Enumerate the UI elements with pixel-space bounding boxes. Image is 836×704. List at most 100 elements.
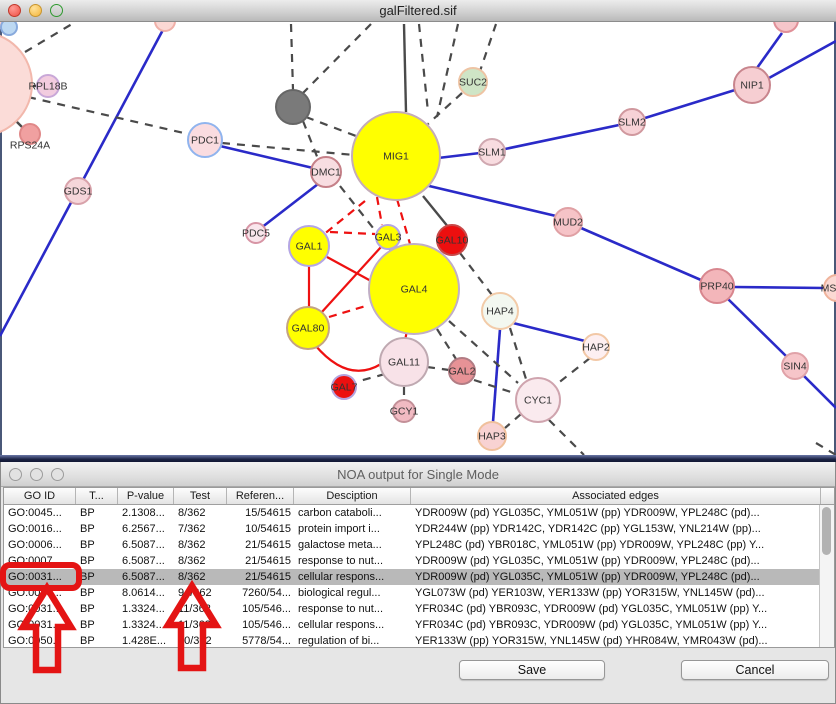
table-row[interactable]: GO:0031...BP1.3324...11/362105/546...res… bbox=[4, 601, 834, 617]
graph-node-label: SLM2 bbox=[618, 117, 646, 129]
column-header[interactable]: Referen... bbox=[227, 488, 294, 504]
table-cell: YPL248C (pd) YBR018C, YML051W (pp) YDR00… bbox=[411, 537, 821, 553]
graph-edge bbox=[423, 196, 449, 228]
column-header[interactable]: T... bbox=[76, 488, 118, 504]
graph-node-label: HAP2 bbox=[582, 342, 610, 354]
graph-edge bbox=[329, 305, 369, 317]
table-row[interactable]: GO:0031...BP6.5087...8/36221/54615cellul… bbox=[4, 569, 834, 585]
table-cell: GO:0065... bbox=[4, 585, 76, 601]
graph-edge bbox=[557, 358, 590, 384]
table-cell: 7/362 bbox=[174, 521, 227, 537]
table-cell: response to nut... bbox=[294, 553, 411, 569]
save-button[interactable]: Save bbox=[459, 660, 605, 680]
table-cell: YGL073W (pd) YER103W, YER133W (pp) YOR31… bbox=[411, 585, 821, 601]
table-cell: BP bbox=[76, 521, 118, 537]
network-graph[interactable]: RPL18BRPS24AGDS1PDC1DMC1SUC2SLM1SLM2NIP1… bbox=[0, 22, 836, 456]
table-row[interactable]: GO:0031...BP1.3324...11/362105/546...cel… bbox=[4, 617, 834, 633]
table-cell: YFR034C (pd) YBR093C, YDR009W (pd) YGL03… bbox=[411, 617, 821, 633]
table-cell: 5778/54... bbox=[227, 633, 294, 649]
graph-edge bbox=[25, 24, 72, 52]
graph-node-label: SLM1 bbox=[478, 147, 506, 159]
network-canvas[interactable]: RPL18BRPS24AGDS1PDC1DMC1SUC2SLM1SLM2NIP1… bbox=[0, 22, 836, 456]
graph-node-topright-pink[interactable] bbox=[774, 22, 798, 32]
graph-edge bbox=[315, 345, 381, 371]
table-row[interactable]: GO:0007...BP6.5087...8/36221/54615respon… bbox=[4, 553, 834, 569]
graph-edge bbox=[505, 414, 521, 428]
table-cell: YDR009W (pd) YGL035C, YML051W (pp) YDR00… bbox=[411, 505, 821, 521]
noa-window-title: NOA output for Single Mode bbox=[1, 467, 835, 482]
table-cell: GO:0045... bbox=[4, 505, 76, 521]
table-cell: YER133W (pp) YOR315W, YNL145W (pd) YHR08… bbox=[411, 633, 821, 649]
table-cell: GO:0016... bbox=[4, 521, 76, 537]
graph-node-label: MIG1 bbox=[383, 151, 409, 163]
column-header[interactable]: P-value bbox=[118, 488, 174, 504]
table-row[interactable]: GO:0045...BP2.1308...8/36215/54615carbon… bbox=[4, 505, 834, 521]
table-cell: 8.0614... bbox=[118, 585, 174, 601]
table-cell: 105/546... bbox=[227, 617, 294, 633]
graph-edge bbox=[327, 257, 371, 281]
network-window-titlebar[interactable]: galFiltered.sif bbox=[0, 0, 836, 22]
table-cell: BP bbox=[76, 569, 118, 585]
table-row[interactable]: GO:0016...BP6.2567...7/36210/54615protei… bbox=[4, 521, 834, 537]
graph-node-label: GAL1 bbox=[296, 241, 323, 253]
table-cell: GO:0031... bbox=[4, 569, 76, 585]
table-cell: GO:0007... bbox=[4, 553, 76, 569]
graph-edge bbox=[804, 376, 836, 408]
table-cell: GO:0050... bbox=[4, 633, 76, 649]
graph-node-gray-node[interactable] bbox=[276, 90, 310, 124]
graph-node-label: GAL3 bbox=[375, 232, 402, 244]
graph-edge bbox=[769, 41, 836, 78]
graph-edge bbox=[222, 143, 354, 155]
graph-node-label: GDS1 bbox=[64, 186, 93, 198]
graph-edge bbox=[306, 117, 356, 136]
table-cell: YDR244W (pp) YDR142C, YDR142C (pp) YGL15… bbox=[411, 521, 821, 537]
graph-node-label: PDC5 bbox=[242, 228, 270, 240]
table-cell: 8/362 bbox=[174, 537, 227, 553]
table-cell: BP bbox=[76, 553, 118, 569]
table-cell: 6.5087... bbox=[118, 553, 174, 569]
graph-edge bbox=[404, 24, 406, 112]
column-header[interactable]: GO ID bbox=[4, 488, 76, 504]
table-cell: biological regul... bbox=[294, 585, 411, 601]
table-cell: GO:0006... bbox=[4, 537, 76, 553]
table-cell: BP bbox=[76, 585, 118, 601]
table-row[interactable]: GO:0006...BP6.5087...8/36221/54615galact… bbox=[4, 537, 834, 553]
graph-edge bbox=[581, 228, 701, 280]
cancel-button[interactable]: Cancel bbox=[681, 660, 829, 680]
graph-node-top-pink[interactable] bbox=[155, 22, 175, 31]
graph-edge bbox=[513, 323, 585, 341]
table-cell: 21/54615 bbox=[227, 553, 294, 569]
graph-node-label: PDC1 bbox=[191, 135, 219, 147]
column-header[interactable]: Associated edges bbox=[411, 488, 821, 504]
results-table: GO IDT...P-valueTestReferen...Desciption… bbox=[3, 487, 835, 648]
graph-edge bbox=[505, 125, 619, 149]
graph-edge bbox=[510, 328, 526, 379]
table-row[interactable]: GO:0050...BP1.428E...80/3625778/54...reg… bbox=[4, 633, 834, 649]
table-cell: 15/54615 bbox=[227, 505, 294, 521]
graph-edge bbox=[323, 201, 365, 235]
graph-node-big-left[interactable] bbox=[0, 32, 32, 136]
graph-node-label: GCY1 bbox=[390, 406, 419, 418]
table-cell: 105/546... bbox=[227, 601, 294, 617]
column-header[interactable]: Desciption bbox=[294, 488, 411, 504]
table-cell: 6.5087... bbox=[118, 569, 174, 585]
table-row[interactable]: GO:0065...BP8.0614...94/3627260/54...bio… bbox=[4, 585, 834, 601]
graph-node-label: GAL7 bbox=[331, 382, 358, 394]
table-cell: galactose meta... bbox=[294, 537, 411, 553]
scrollbar-thumb[interactable] bbox=[822, 507, 831, 555]
column-header[interactable]: Test bbox=[174, 488, 227, 504]
graph-node-corner-blue[interactable] bbox=[1, 22, 17, 35]
vertical-scrollbar[interactable] bbox=[819, 505, 834, 647]
noa-window-titlebar[interactable]: NOA output for Single Mode bbox=[1, 462, 835, 487]
table-cell: response to nut... bbox=[294, 601, 411, 617]
graph-edge bbox=[427, 367, 449, 370]
table-cell: 2.1308... bbox=[118, 505, 174, 521]
graph-node-label: PRP40 bbox=[700, 281, 733, 293]
table-body: GO:0045...BP2.1308...8/36215/54615carbon… bbox=[4, 505, 834, 649]
graph-node-label: MSI bbox=[821, 283, 836, 295]
graph-node-label: GAL2 bbox=[449, 366, 476, 378]
table-cell: YFR034C (pd) YBR093C, YDR009W (pd) YGL03… bbox=[411, 601, 821, 617]
table-cell: 1.3324... bbox=[118, 601, 174, 617]
graph-edge bbox=[728, 299, 786, 356]
graph-edge bbox=[356, 374, 385, 382]
